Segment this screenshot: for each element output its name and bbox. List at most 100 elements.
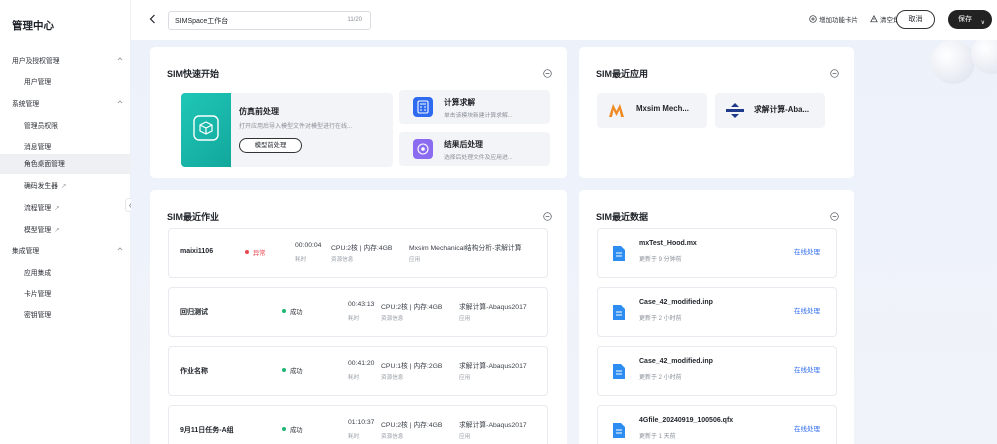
sidebar-item-label: 流程管理: [24, 205, 52, 212]
job-resource: CPU:2核 | 内存:4GB: [381, 422, 443, 429]
job-row[interactable]: maixi1106 异常 00:00:04 耗时 CPU:2核 | 内存:4GB…: [168, 228, 548, 278]
job-name: maixi1106: [180, 248, 214, 255]
sidebar-item-model-management[interactable]: 模型管理 ↗: [0, 220, 131, 240]
data-file-row[interactable]: 4Gfile_20240919_100506.qfx 更新于 1 天前 在线处理: [597, 405, 837, 444]
sidebar-item-key-management[interactable]: 密钥管理: [0, 305, 131, 325]
app-label: 求解计算-Aba...: [754, 105, 810, 114]
sidebar: 管理中心 用户及授权管理 用户管理 系统管理 管理员权限 消息管理 角色桌面管理…: [0, 0, 131, 444]
sidebar-item-process-management[interactable]: 流程管理 ↗: [0, 198, 131, 218]
file-updated: 更新于 2 小时前: [639, 316, 682, 322]
main-canvas: SIM快速开始 仿真前处理 打开应用后导入模型文件对模型进行在线... 模型前处…: [131, 40, 997, 444]
job-app-label: 应用: [459, 434, 471, 440]
sidebar-item-app-integration[interactable]: 应用集成: [0, 263, 131, 283]
job-name: 回归测试: [180, 309, 208, 316]
app-tile-abaqus[interactable]: 求解计算-Aba...: [715, 93, 825, 128]
model-preprocess-button[interactable]: 模型前处理: [239, 138, 302, 153]
decorative-sphere: [971, 40, 997, 74]
job-row[interactable]: 回归测试 成功 00:43:13 耗时 CPU:2核 | 内存:4GB 资源信息…: [168, 287, 548, 337]
more-icon[interactable]: [830, 69, 839, 78]
external-link-icon: ↗: [60, 183, 67, 190]
job-app-label: 应用: [409, 257, 421, 263]
job-app: 求解计算-Abaqus2017: [459, 304, 527, 311]
sidebar-item-label: 系统管理: [12, 101, 40, 108]
sidebar-item-card-management[interactable]: 卡片管理: [0, 284, 131, 304]
sidebar-item-code-generator[interactable]: 确码发生器 ↗: [0, 176, 131, 196]
online-process-link[interactable]: 在线处理: [794, 364, 820, 374]
job-name: 作业名称: [180, 368, 208, 375]
job-time-label: 耗时: [348, 316, 360, 322]
sidebar-group-user-auth[interactable]: 用户及授权管理: [0, 51, 131, 71]
result-icon: [417, 143, 429, 155]
solve-title: 计算求解: [444, 98, 476, 107]
preprocess-title: 仿真前处理: [239, 107, 279, 116]
more-icon[interactable]: [543, 212, 552, 221]
job-resource-label: 资源信息: [381, 434, 404, 440]
status-dot: [282, 427, 286, 431]
job-row[interactable]: 作业名称 成功 00:41:20 耗时 CPU:1核 | 内存:2GB 资源信息…: [168, 346, 548, 396]
job-time: 00:00:04: [295, 242, 322, 249]
card-title: SIM最近应用: [596, 69, 649, 79]
app-label: Mxsim Mech...: [636, 104, 689, 113]
app-tile-mxsim[interactable]: Mxsim Mech...: [597, 93, 707, 128]
solve-desc: 单击该模块新建计算求解...: [444, 113, 513, 119]
job-status: 异常: [245, 248, 266, 257]
back-arrow-icon[interactable]: [148, 13, 158, 25]
sidebar-item-label: 管理员权限: [24, 123, 58, 130]
job-status-label: 成功: [290, 368, 303, 375]
desktop-title-value: SIMSpace工作台: [175, 18, 229, 25]
sidebar-item-role-desktop[interactable]: 角色桌面管理: [0, 154, 131, 174]
job-app: Mxsim Mechanical结构分析-求解计算: [409, 245, 522, 252]
postprocess-desc: 选择后处理文件及应用进...: [444, 155, 513, 161]
desktop-title-input[interactable]: SIMSpace工作台 11/20: [168, 11, 371, 30]
job-time-label: 耗时: [348, 375, 360, 381]
job-app: 求解计算-Abaqus2017: [459, 363, 527, 370]
more-icon[interactable]: [830, 212, 839, 221]
external-link-icon: ↗: [54, 205, 60, 212]
sidebar-item-label: 用户及授权管理: [12, 58, 60, 65]
sidebar-item-admin-permissions[interactable]: 管理员权限: [0, 116, 131, 136]
sidebar-item-label: 确码发生器: [24, 183, 58, 190]
abaqus-logo-icon: [726, 103, 744, 118]
job-resource: CPU:2核 | 内存:4GB: [381, 304, 443, 311]
preprocess-icon-tile: [181, 93, 231, 167]
file-icon: [613, 423, 625, 438]
online-process-link[interactable]: 在线处理: [794, 305, 820, 315]
external-link-icon: ↗: [54, 227, 60, 234]
sidebar-title: 管理中心: [12, 20, 54, 32]
sidebar-item-user-management[interactable]: 用户管理: [0, 72, 131, 92]
save-button[interactable]: 保存 ∨: [948, 10, 992, 29]
sidebar-group-system[interactable]: 系统管理: [0, 94, 131, 114]
cancel-button[interactable]: 取消: [896, 10, 935, 29]
save-label: 保存: [958, 16, 972, 23]
job-time: 00:41:20: [348, 360, 375, 367]
chevron-up-icon: [117, 100, 123, 104]
sidebar-item-label: 消息管理: [24, 144, 52, 151]
quick-start-card: SIM快速开始 仿真前处理 打开应用后导入模型文件对模型进行在线... 模型前处…: [150, 47, 567, 178]
online-process-link[interactable]: 在线处理: [794, 246, 820, 256]
job-time-label: 耗时: [295, 257, 307, 263]
data-file-row[interactable]: mxTest_Hood.mx 更新于 9 分钟前 在线处理: [597, 228, 837, 278]
mxsim-logo-icon: [609, 104, 624, 117]
sidebar-item-label: 模型管理: [24, 227, 52, 234]
job-row[interactable]: 9月11日任务-A组 成功 01:10:37 耗时 CPU:2核 | 内存:4G…: [168, 405, 548, 444]
solve-tile[interactable]: 计算求解 单击该模块新建计算求解...: [399, 90, 550, 124]
clear-icon: [870, 15, 878, 23]
more-icon[interactable]: [543, 69, 552, 78]
chevron-down-icon: ∨: [980, 20, 985, 26]
postprocess-icon-tile: [413, 139, 433, 159]
file-updated: 更新于 9 分钟前: [639, 257, 682, 263]
recent-jobs-card: SIM最近作业 maixi1106 异常 00:00:04 耗时 CPU:2核 …: [150, 190, 567, 444]
job-status: 成功: [282, 366, 303, 375]
add-card-button[interactable]: 增加功能卡片: [809, 14, 858, 24]
card-title: SIM最近数据: [596, 212, 649, 222]
online-process-link[interactable]: 在线处理: [794, 423, 820, 433]
data-file-row[interactable]: Case_42_modified.inp 更新于 2 小时前 在线处理: [597, 287, 837, 337]
preprocess-desc: 打开应用后导入模型文件对模型进行在线...: [239, 124, 353, 130]
preprocess-tile[interactable]: 仿真前处理 打开应用后导入模型文件对模型进行在线... 模型前处理: [181, 93, 393, 167]
sidebar-group-integration[interactable]: 集成管理: [0, 241, 131, 261]
job-time: 01:10:37: [348, 419, 375, 426]
postprocess-tile[interactable]: 结果后处理 选择后处理文件及应用进...: [399, 132, 550, 166]
cube-icon: [193, 115, 219, 141]
data-file-row[interactable]: Case_42_modified.inp 更新于 2 小时前 在线处理: [597, 346, 837, 396]
file-icon: [613, 305, 625, 320]
